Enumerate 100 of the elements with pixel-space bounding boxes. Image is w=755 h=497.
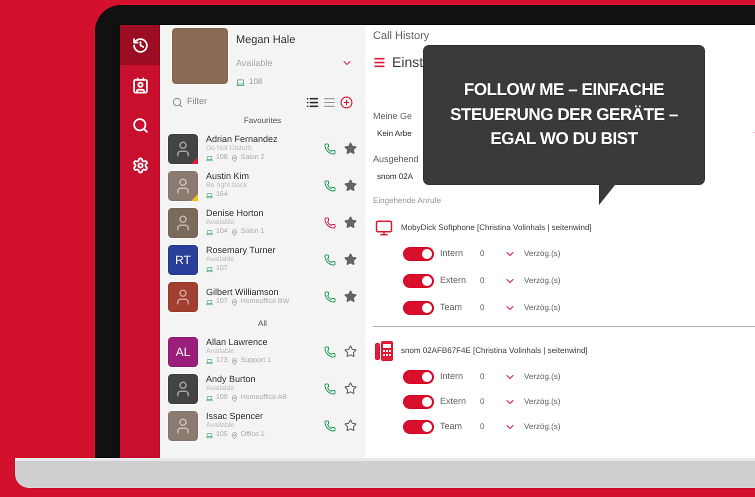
person-icon [174, 140, 192, 158]
delay-value[interactable]: 0 [480, 396, 504, 408]
laptop-icon [206, 432, 213, 439]
contact-name: Issac Spencer [206, 411, 264, 422]
initials-avatar: RT [168, 244, 198, 274]
rule-label: Intern [440, 247, 464, 260]
delay-unit: Verzög.(s) [524, 421, 560, 433]
field-label: Eingehende Anrufe [373, 194, 442, 206]
contact-name: Rosemary Turner [206, 245, 277, 256]
rule-label: Team [440, 420, 464, 434]
location-pin-icon [230, 298, 238, 306]
callout-text: FOLLOW ME – EINFACHE STEUERUNG DER GERÄTE – EGAL WO DU BIST [449, 79, 679, 150]
laptop-icon [206, 229, 213, 236]
location-pin-icon [230, 229, 238, 236]
laptop-icon [206, 192, 213, 199]
person-icon [174, 288, 192, 306]
initials-avatar: AL [168, 336, 198, 366]
toggle-switch[interactable] [403, 370, 434, 384]
location-pin-icon [230, 358, 238, 365]
laptop-icon [206, 155, 213, 162]
group-heading: Favourites [244, 115, 282, 127]
location-pin-icon [230, 395, 238, 402]
field-value[interactable]: Kein Arbe [373, 128, 412, 140]
contact-name: Adrian Fernandez [206, 134, 279, 144]
user-status: Available [236, 56, 272, 70]
panel-title: Call History [373, 29, 430, 44]
laptop-icon [206, 266, 213, 273]
field-value[interactable]: snom 02A [373, 170, 414, 182]
monitor-icon [375, 218, 393, 236]
delay-value[interactable]: 0 [480, 302, 504, 314]
laptop-icon [236, 78, 245, 86]
star-icon[interactable] [344, 419, 357, 432]
toggle-switch[interactable] [403, 420, 434, 434]
section-title: Einst [392, 53, 424, 72]
phone-icon[interactable] [324, 254, 336, 266]
delay-unit: Verzög.(s) [524, 371, 560, 383]
star-icon[interactable] [344, 345, 357, 358]
star-icon[interactable] [344, 216, 357, 229]
phone-icon[interactable] [324, 290, 336, 302]
star-icon[interactable] [344, 142, 357, 155]
phone-icon[interactable] [324, 142, 336, 154]
rule-label: Team [440, 301, 464, 314]
menu-icon[interactable] [373, 56, 386, 69]
laptop-icon [206, 298, 213, 306]
delay-unit: Verzög.(s) [524, 396, 560, 408]
add-icon[interactable] [340, 96, 353, 108]
contact-name: Allan Lawrence [206, 337, 269, 348]
delay-value[interactable]: 0 [480, 248, 504, 260]
settings-icon [132, 156, 148, 174]
contact-name: Gilbert Williamson [206, 286, 280, 298]
delay-unit: Verzög.(s) [524, 302, 560, 314]
phone-icon[interactable] [324, 216, 336, 228]
delay-value[interactable]: 0 [480, 421, 504, 433]
person-icon [174, 416, 192, 434]
toggle-switch[interactable] [403, 301, 434, 315]
toggle-switch[interactable] [403, 247, 434, 261]
phone-icon[interactable] [324, 382, 336, 394]
star-icon[interactable] [344, 253, 357, 266]
toggle-switch[interactable] [403, 395, 434, 409]
rule-label: Extern [440, 274, 468, 288]
delay-value[interactable]: 0 [480, 275, 504, 287]
user-extension: 108 [249, 76, 262, 88]
phone-icon[interactable] [324, 420, 336, 432]
rule-label: Intern [440, 370, 464, 384]
contact-name: Austin Kim [206, 171, 250, 182]
photo-placeholder [172, 28, 228, 84]
compact-list-icon[interactable] [323, 96, 336, 108]
search-icon [132, 116, 148, 134]
contact-card-icon [132, 76, 148, 94]
delay-unit: Verzög.(s) [524, 248, 560, 260]
star-icon[interactable] [344, 179, 357, 192]
person-icon [174, 380, 192, 398]
contact-name: Denise Horton [206, 208, 265, 218]
list-view-icon[interactable] [306, 96, 319, 108]
delay-value[interactable]: 0 [480, 371, 504, 383]
history-icon [132, 36, 148, 54]
filter-field[interactable]: Filter [187, 95, 302, 109]
group-heading: All [258, 318, 267, 330]
search-icon [172, 96, 183, 108]
contact-name: Andy Burton [206, 374, 257, 385]
location-pin-icon [230, 155, 238, 162]
location-pin-icon [230, 432, 238, 439]
device-title: MobyDick Softphone [Christina Volinhals | seitenwind] [401, 222, 592, 234]
person-icon [174, 176, 192, 194]
desk-phone-icon [375, 340, 393, 360]
person-icon [174, 214, 192, 232]
device-title: snom 02AFB67F4E [Christina Volinhals | seitenwind] [401, 344, 588, 356]
laptop-icon [206, 395, 213, 402]
laptop-icon [206, 358, 213, 365]
user-name: Megan Hale [236, 33, 296, 48]
star-icon[interactable] [344, 290, 357, 303]
rule-label: Extern [440, 395, 468, 408]
phone-icon[interactable] [324, 180, 336, 192]
phone-icon[interactable] [324, 346, 336, 358]
field-label: Ausgehend [373, 152, 419, 166]
field-label: Meine Ge [373, 110, 412, 122]
star-icon[interactable] [344, 382, 357, 395]
delay-unit: Verzög.(s) [524, 275, 560, 287]
sidebar-item[interactable] [120, 25, 160, 65]
toggle-switch[interactable] [403, 274, 434, 288]
